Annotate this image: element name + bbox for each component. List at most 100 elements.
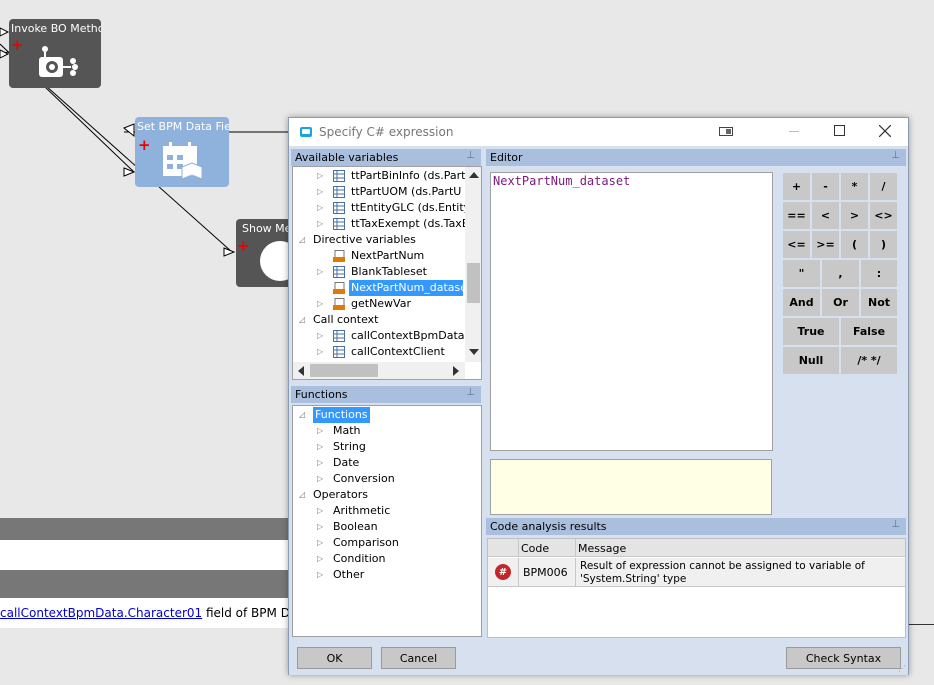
tree-item[interactable]: NextPartNum [351,248,424,264]
table-icon [333,266,345,278]
set-bpm-data-field-node[interactable]: Set BPM Data Fielc + [135,117,229,187]
key-greater[interactable]: > [840,201,869,230]
scroll-right-icon[interactable] [453,366,459,376]
scroll-thumb[interactable] [310,364,378,377]
functions-tree[interactable]: ◿ Functions ▷ Math ▷ String ▷ Date ▷ Convers… [292,405,482,637]
resize-grip-icon[interactable]: ⋰ [898,664,906,673]
horizontal-scrollbar[interactable] [293,362,465,379]
calendar-icon [163,142,203,180]
add-icon[interactable]: + [237,239,250,254]
cancel-button[interactable]: Cancel [381,647,456,669]
tree-item[interactable]: Date [333,455,359,471]
variable-icon [333,282,345,294]
variable-icon [333,298,345,310]
pin-icon[interactable]: ⊥ [466,387,475,398]
key-colon[interactable]: : [860,259,898,288]
row-message-line-2: 'System.String' type [580,573,687,585]
divider [905,624,934,625]
pin-icon[interactable]: ⊥ [466,150,475,161]
show-message-node[interactable]: Show Mes + [236,219,296,287]
key-less-equal[interactable]: <= [782,230,811,259]
key-close-paren[interactable]: ) [869,230,898,259]
tree-group[interactable]: Directive variables [313,232,416,248]
key-comma[interactable]: , [821,259,860,288]
key-plus[interactable]: + [782,172,811,201]
tree-item[interactable]: ttPartUOM (ds.PartU [351,184,461,200]
tree-item[interactable]: Conversion [333,471,395,487]
key-quote[interactable]: " [782,259,821,288]
layout-icon[interactable] [719,127,733,136]
vars-header-label: Available variables [295,151,399,164]
key-true[interactable]: True [782,317,840,346]
close-icon[interactable] [879,125,891,137]
table-icon [333,218,345,230]
tree-item[interactable]: ttPartBinInfo (ds.Part [351,168,465,184]
scroll-down-icon[interactable] [469,349,479,355]
tree-item[interactable]: Arithmetic [333,503,390,519]
scroll-left-icon[interactable] [298,366,304,376]
tree-item[interactable]: Comparison [333,535,399,551]
invoke-bo-method-node[interactable]: Invoke BO Method + [9,19,101,88]
tree-group-selected[interactable]: Functions [313,407,370,423]
scroll-up-icon[interactable] [469,172,479,178]
variables-tree[interactable]: ▷ ttPartBinInfo (ds.Part ▷ ttPartUOM (ds… [292,166,482,380]
code-analysis-grid[interactable]: Code Message # BPM006 Result of expressi… [487,538,906,638]
editor-text[interactable]: NextPartNum_dataset [493,174,630,188]
app-icon [300,127,312,137]
key-not-equal[interactable]: <> [869,201,898,230]
grid-row[interactable]: # BPM006 Result of expression cannot be … [488,558,905,587]
tree-group[interactable]: Call context [313,312,379,328]
key-equals[interactable]: == [782,201,811,230]
tree-item[interactable]: BlankTableset [351,264,427,280]
tree-item[interactable]: getNewVar [351,296,411,312]
row-code: BPM006 [523,566,568,579]
title-bar[interactable]: Specify C# expression [289,118,908,146]
key-and[interactable]: And [782,288,821,317]
add-icon[interactable]: + [11,38,24,53]
key-null[interactable]: Null [782,346,840,375]
row-message-line-1: Result of expression cannot be assigned … [580,560,865,572]
check-syntax-button[interactable]: Check Syntax [786,647,901,669]
key-multiply[interactable]: * [840,172,869,201]
tree-item[interactable]: ttTaxExempt (ds.TaxE [351,216,469,232]
key-not[interactable]: Not [860,288,898,317]
tree-item[interactable]: String [333,439,366,455]
node-title: Set BPM Data Fielc [137,120,229,133]
table-icon [333,330,345,342]
pin-icon[interactable]: ⊥ [891,150,900,161]
panel-area [0,540,300,570]
table-icon [333,202,345,214]
key-greater-equal[interactable]: >= [811,230,840,259]
vertical-scrollbar[interactable] [465,167,481,362]
maximize-icon[interactable] [834,125,845,136]
tree-item[interactable]: callContextClient [351,344,445,360]
dialog-client: Available variables ⊥ ▷ ttPartBinInfo (ds… [289,146,908,675]
ok-button[interactable]: OK [297,647,372,669]
tree-item[interactable]: Condition [333,551,386,567]
column-code[interactable]: Code [521,542,549,555]
tree-item[interactable]: Math [333,423,361,439]
scroll-thumb[interactable] [467,263,480,303]
tree-item[interactable]: Other [333,567,364,583]
key-divide[interactable]: / [869,172,898,201]
add-icon[interactable]: + [138,138,151,153]
field-link[interactable]: callContextBpmData.Character01 [0,606,202,620]
key-comment[interactable]: /* */ [840,346,898,375]
tree-group[interactable]: Operators [313,487,368,503]
pin-icon[interactable]: ⊥ [891,519,900,530]
dialog-title: Specify C# expression [319,125,454,139]
key-minus[interactable]: - [811,172,840,201]
minimize-icon[interactable] [789,131,799,132]
column-message[interactable]: Message [578,542,626,555]
tree-item[interactable]: ttEntityGLC (ds.Entity [351,200,470,216]
expression-editor[interactable]: NextPartNum_dataset [490,172,773,451]
tree-item-selected[interactable]: NextPartNum_datase [349,280,467,296]
key-false[interactable]: False [840,317,898,346]
panel-separator [0,570,300,598]
tree-item[interactable]: callContextBpmData [351,328,465,344]
key-or[interactable]: Or [821,288,860,317]
key-less[interactable]: < [811,201,840,230]
key-open-paren[interactable]: ( [840,230,869,259]
help-panel [490,459,772,515]
tree-item[interactable]: Boolean [333,519,378,535]
